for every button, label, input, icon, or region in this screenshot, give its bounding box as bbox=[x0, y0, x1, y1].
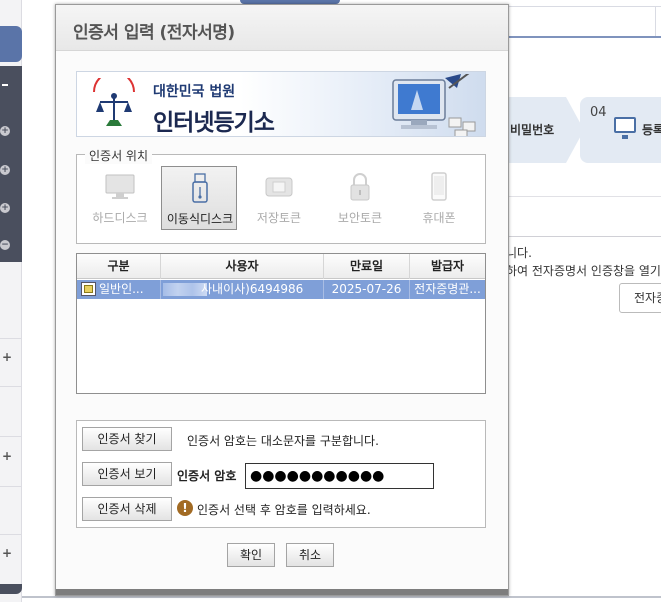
media-label: 이동식디스크 bbox=[166, 212, 234, 226]
media-label: 휴대폰 bbox=[422, 211, 456, 225]
step-4-number: 04 bbox=[590, 105, 607, 120]
sidebar-divider bbox=[0, 486, 22, 487]
plus-circle-icon[interactable]: + bbox=[0, 203, 10, 213]
media-mobile-phone[interactable]: 휴대폰 bbox=[401, 166, 477, 230]
usb-drive-icon bbox=[192, 173, 208, 203]
banner-system-name: 인터넷등기소 bbox=[153, 110, 275, 136]
phone-icon bbox=[431, 172, 447, 201]
cell-type: 일반인... bbox=[77, 280, 161, 299]
background-frame-line bbox=[506, 6, 661, 7]
minus-circle-icon[interactable]: − bbox=[0, 240, 10, 250]
media-hard-disk[interactable]: 하드디스크 bbox=[82, 166, 158, 230]
media-label: 하드디스크 bbox=[92, 211, 148, 225]
expand-plus-icon[interactable]: + bbox=[2, 546, 12, 560]
background-header-line bbox=[506, 36, 661, 38]
cell-expiry: 2025-07-26 bbox=[324, 280, 410, 299]
cell-type-text: 일반인... bbox=[99, 282, 144, 296]
step-4-label: 등록 bbox=[642, 123, 661, 137]
dialog-header[interactable]: 인증서 입력 (전자서명) bbox=[56, 5, 508, 51]
sidebar-divider bbox=[0, 436, 22, 437]
column-type[interactable]: 구분 bbox=[77, 254, 161, 279]
ok-button[interactable]: 확인 bbox=[227, 543, 275, 567]
password-input[interactable] bbox=[245, 463, 434, 489]
monitor-icon bbox=[614, 117, 636, 139]
sidebar-divider bbox=[0, 386, 22, 387]
column-expiry[interactable]: 만료일 bbox=[324, 254, 410, 279]
monitor-icon bbox=[105, 174, 135, 199]
sidebar-divider bbox=[0, 338, 22, 339]
collapse-icon bbox=[2, 84, 8, 86]
certificate-table: 구분 사용자 만료일 발급자 일반인... 사내이사)6494986 2025-… bbox=[76, 253, 486, 394]
token-icon bbox=[265, 177, 293, 197]
table-header: 구분 사용자 만료일 발급자 bbox=[77, 254, 485, 279]
table-row[interactable]: 일반인... 사내이사)6494986 2025-07-26 전자증명관... bbox=[77, 280, 485, 299]
cell-user: 사내이사)6494986 bbox=[161, 280, 324, 299]
location-legend: 인증서 위치 bbox=[85, 147, 153, 164]
step-4-register: 04 등록 bbox=[580, 97, 661, 163]
court-banner: 대한민국 법원 인터넷등기소 bbox=[76, 71, 486, 137]
view-certificate-button[interactable]: 인증서 보기 bbox=[82, 462, 172, 486]
background-notice-line1: 니다. bbox=[506, 246, 532, 260]
sidebar-bottom-bar bbox=[0, 584, 22, 594]
banner-org-name: 대한민국 법원 bbox=[153, 84, 236, 100]
case-sensitive-hint: 인증서 암호는 대소문자를 구분합니다. bbox=[187, 434, 379, 448]
exclamation-icon: ! bbox=[177, 500, 193, 516]
sidebar-active-section[interactable]: + + + − bbox=[0, 66, 22, 262]
expand-plus-icon[interactable]: + bbox=[2, 449, 12, 463]
lock-icon bbox=[350, 173, 370, 201]
sidebar-top-tab[interactable] bbox=[0, 26, 22, 62]
column-issuer[interactable]: 발급자 bbox=[410, 254, 485, 279]
step-3-label: 비밀번호 bbox=[510, 123, 555, 137]
background-frame-line bbox=[655, 6, 656, 36]
plus-circle-icon[interactable]: + bbox=[0, 126, 10, 136]
background-divider bbox=[506, 236, 661, 237]
expand-plus-icon[interactable]: + bbox=[2, 350, 12, 364]
media-storage-token[interactable]: 저장토큰 bbox=[241, 166, 317, 230]
step-3-password: 비밀번호 bbox=[506, 97, 584, 163]
media-label: 보안토큰 bbox=[337, 211, 383, 225]
cell-issuer: 전자증명관... bbox=[414, 282, 481, 296]
media-removable-disk[interactable]: 이동식디스크 bbox=[161, 166, 237, 230]
select-cert-hint: 인증서 선택 후 암호를 입력하세요. bbox=[197, 503, 371, 517]
sidebar-divider bbox=[0, 534, 22, 535]
password-label: 인증서 암호 bbox=[177, 469, 237, 483]
computer-illustration-icon bbox=[392, 74, 476, 136]
cell-user-text: 사내이사)6494986 bbox=[201, 282, 304, 296]
background-bottom-line bbox=[22, 596, 661, 598]
cancel-button[interactable]: 취소 bbox=[286, 543, 334, 567]
background-sidebar: + + + − + + + bbox=[0, 0, 22, 602]
column-user[interactable]: 사용자 bbox=[161, 254, 324, 279]
court-emblem-icon bbox=[93, 78, 135, 126]
certificate-icon bbox=[81, 282, 96, 296]
dialog-bottom-bar bbox=[56, 589, 508, 595]
background-divider bbox=[506, 196, 661, 197]
dialog-title: 인증서 입력 (전자서명) bbox=[73, 23, 235, 43]
plus-circle-icon[interactable]: + bbox=[0, 165, 10, 175]
delete-certificate-button[interactable]: 인증서 삭제 bbox=[82, 497, 172, 521]
media-security-token[interactable]: 보안토큰 bbox=[322, 166, 398, 230]
background-notice-line2: 하여 전자증명서 인증창을 열기 버 bbox=[506, 264, 661, 278]
media-label: 저장토큰 bbox=[256, 211, 302, 225]
find-certificate-button[interactable]: 인증서 찾기 bbox=[82, 427, 172, 451]
background-e-cert-button[interactable]: 전자증명 bbox=[619, 283, 661, 313]
